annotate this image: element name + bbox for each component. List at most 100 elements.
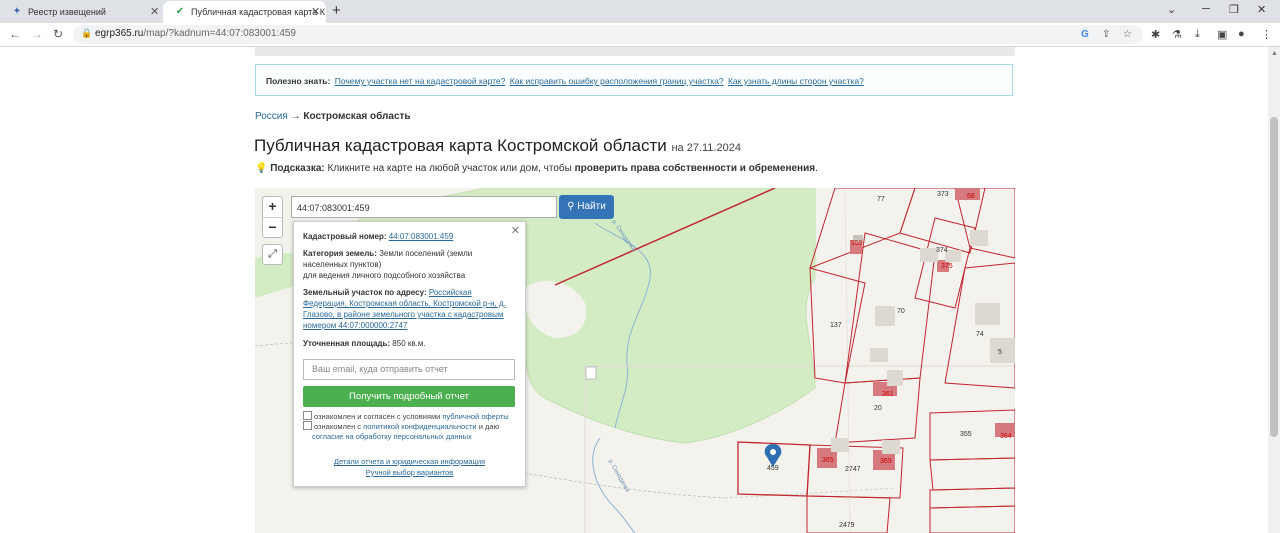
cad-number-link[interactable]: 44:07:083001:459 xyxy=(389,232,454,241)
stream-line-lower xyxy=(592,437,636,533)
plot-label: 70 xyxy=(897,308,905,315)
address-bar: ← → ↻ 🔒 egrp365.ru/map/?kadnum=44:07:083… xyxy=(0,23,1280,47)
plot-label: 373 xyxy=(937,191,949,198)
menu-kebab-icon[interactable]: ⋮ xyxy=(1261,28,1272,41)
breadcrumb-region: Костромская область xyxy=(303,111,411,122)
report-details-row: Детали отчета и юридическая информация xyxy=(294,457,525,466)
find-button[interactable]: ⚲ Найти xyxy=(559,195,614,219)
new-tab-button[interactable]: + xyxy=(332,3,341,19)
close-tab-icon[interactable]: ✕ xyxy=(150,1,159,23)
get-report-button[interactable]: Получить подробный отчет xyxy=(303,386,515,407)
email-field[interactable]: Ваш email, куда отправить отчет xyxy=(303,359,515,380)
restore-icon[interactable]: ❐ xyxy=(1229,3,1239,16)
agree-privacy-text: ознакомлен с xyxy=(314,422,362,431)
building xyxy=(875,306,895,326)
offer-checkbox[interactable] xyxy=(303,411,312,420)
page-title-text: Публичная кадастровая карта Костромской … xyxy=(254,136,667,155)
back-icon[interactable]: ← xyxy=(9,26,21,42)
plot-label: 365 xyxy=(822,457,834,464)
tab-title: Реестр извещений xyxy=(28,7,106,17)
manual-choice-row: Ручной выбор вариантов xyxy=(294,468,525,477)
profile-avatar-icon[interactable]: ● xyxy=(1238,28,1245,40)
dashed-track xyxy=(494,467,726,499)
category-label: Категория земель: xyxy=(303,249,377,258)
plot-label: 74 xyxy=(976,331,984,338)
close-tab-icon[interactable]: ✕ xyxy=(311,1,320,23)
privacy-checkbox[interactable] xyxy=(303,421,312,430)
lightbulb-icon: 💡 xyxy=(255,163,268,174)
category-row: Категория земель: Земли поселений (земли… xyxy=(303,248,513,270)
info-link-not-on-map[interactable]: Почему участка нет на кадастровой карте? xyxy=(335,76,506,86)
hint-line: 💡 Подсказка: Кликните на карте на любой … xyxy=(255,163,818,174)
find-label: Найти xyxy=(577,201,606,212)
page-title: Публичная кадастровая карта Костромской … xyxy=(254,136,741,156)
scroll-up-icon[interactable]: ▲ xyxy=(1271,50,1278,57)
page-title-date: на 27.11.2024 xyxy=(671,142,741,154)
magnifier-icon: ⚲ xyxy=(567,201,575,212)
tab-search-icon[interactable]: ⌄ xyxy=(1167,3,1176,16)
agree-offer-text: ознакомлен и согласен с условиями xyxy=(314,412,441,421)
url-host: egrp365.ru xyxy=(95,28,144,39)
info-link-fix-error[interactable]: Как исправить ошибку расположения границ… xyxy=(510,76,724,86)
broken-image-icon xyxy=(585,366,597,380)
tab-registry[interactable]: ✦ Реестр извещений ✕ xyxy=(0,1,165,23)
building xyxy=(831,438,849,452)
agree-privacy-row: ознакомлен с политикой конфиденциальност… xyxy=(303,421,518,442)
plot-label: 374 xyxy=(936,247,948,254)
parcel-row xyxy=(929,457,1015,491)
offer-link[interactable]: публичной оферты xyxy=(442,412,508,421)
zoom-out-button[interactable]: − xyxy=(263,218,282,238)
report-details-link[interactable]: Детали отчета и юридическая информация xyxy=(334,457,485,466)
breadcrumb-russia[interactable]: Россия xyxy=(255,111,288,122)
emblem-icon: ✦ xyxy=(12,6,22,17)
plot-label: 77 xyxy=(877,196,885,203)
plot-label: 364 xyxy=(1000,433,1012,440)
download-icon[interactable]: ⤓ xyxy=(1195,28,1200,41)
fullscreen-button[interactable]: ⤢ xyxy=(262,244,283,265)
breadcrumb: Россия → Костромская область xyxy=(255,111,411,122)
page-content: Полезно знать: Почему участка нет на кад… xyxy=(0,47,1268,533)
consent-link[interactable]: согласие на обработку персональных данны… xyxy=(312,432,472,441)
building xyxy=(975,303,1000,325)
minimize-icon[interactable]: ─ xyxy=(1202,3,1210,15)
manual-choice-link[interactable]: Ручной выбор вариантов xyxy=(366,468,454,477)
google-icon[interactable]: G xyxy=(1081,29,1089,40)
parcel-77 xyxy=(809,188,916,269)
plot-label: 369 xyxy=(880,458,892,465)
check-circle-icon: ✔ xyxy=(175,6,185,17)
location-marker xyxy=(764,444,782,467)
sidebar-icon[interactable]: ▣ xyxy=(1217,28,1227,41)
tab-bar: ✦ Реестр извещений ✕ ✔ Публичная кадастр… xyxy=(0,0,1280,23)
useful-info-box: Полезно знать: Почему участка нет на кад… xyxy=(255,64,1013,96)
tab-cadastral-map[interactable]: ✔ Публичная кадастровая карта К ✕ xyxy=(163,1,326,23)
reload-icon[interactable]: ↻ xyxy=(53,26,63,42)
plot-label: 361 xyxy=(882,391,894,398)
breadcrumb-separator: → xyxy=(290,111,301,122)
close-window-icon[interactable]: ✕ xyxy=(1257,3,1266,16)
page-scrollbar[interactable]: ▲ xyxy=(1268,47,1280,533)
zoom-in-button[interactable]: + xyxy=(263,197,282,218)
area-value: 850 кв.м. xyxy=(392,339,426,348)
plot-label: 359 xyxy=(851,240,863,247)
cadastral-search-input[interactable]: 44:07:083001:459 xyxy=(291,196,557,218)
hint-bold: проверить права собственности и обремене… xyxy=(574,163,816,174)
plot-label: 20 xyxy=(874,405,882,412)
cadastral-map[interactable]: 77 373 68 374 359 375 70 137 74 5 361 20… xyxy=(255,188,1015,533)
hint-label: Подсказка: xyxy=(270,163,325,174)
forward-icon[interactable]: → xyxy=(31,26,43,42)
url-field[interactable]: 🔒 egrp365.ru/map/?kadnum=44:07:083001:45… xyxy=(73,25,1143,44)
building xyxy=(882,440,900,454)
info-link-side-lengths[interactable]: Как узнать длины сторон участка? xyxy=(728,76,864,86)
building xyxy=(990,338,1015,363)
building xyxy=(870,348,888,362)
privacy-link[interactable]: политикой конфиденциальности xyxy=(363,422,476,431)
scrollbar-thumb[interactable] xyxy=(1270,117,1278,437)
parcel-info-popup: ✕ Кадастровый номер: 44:07:083001:459 Ка… xyxy=(293,221,526,487)
bookmark-star-icon[interactable]: ☆ xyxy=(1123,29,1132,40)
area-label: Уточненная площадь: xyxy=(303,339,391,348)
share-icon[interactable]: ⇪ xyxy=(1102,29,1110,40)
lab-flask-icon[interactable]: ⚗ xyxy=(1172,28,1182,41)
area-row: Уточненная площадь: 850 кв.м. xyxy=(303,338,513,349)
extensions-icon[interactable]: ✱ xyxy=(1151,28,1160,41)
expand-icon: ⤢ xyxy=(268,248,277,260)
